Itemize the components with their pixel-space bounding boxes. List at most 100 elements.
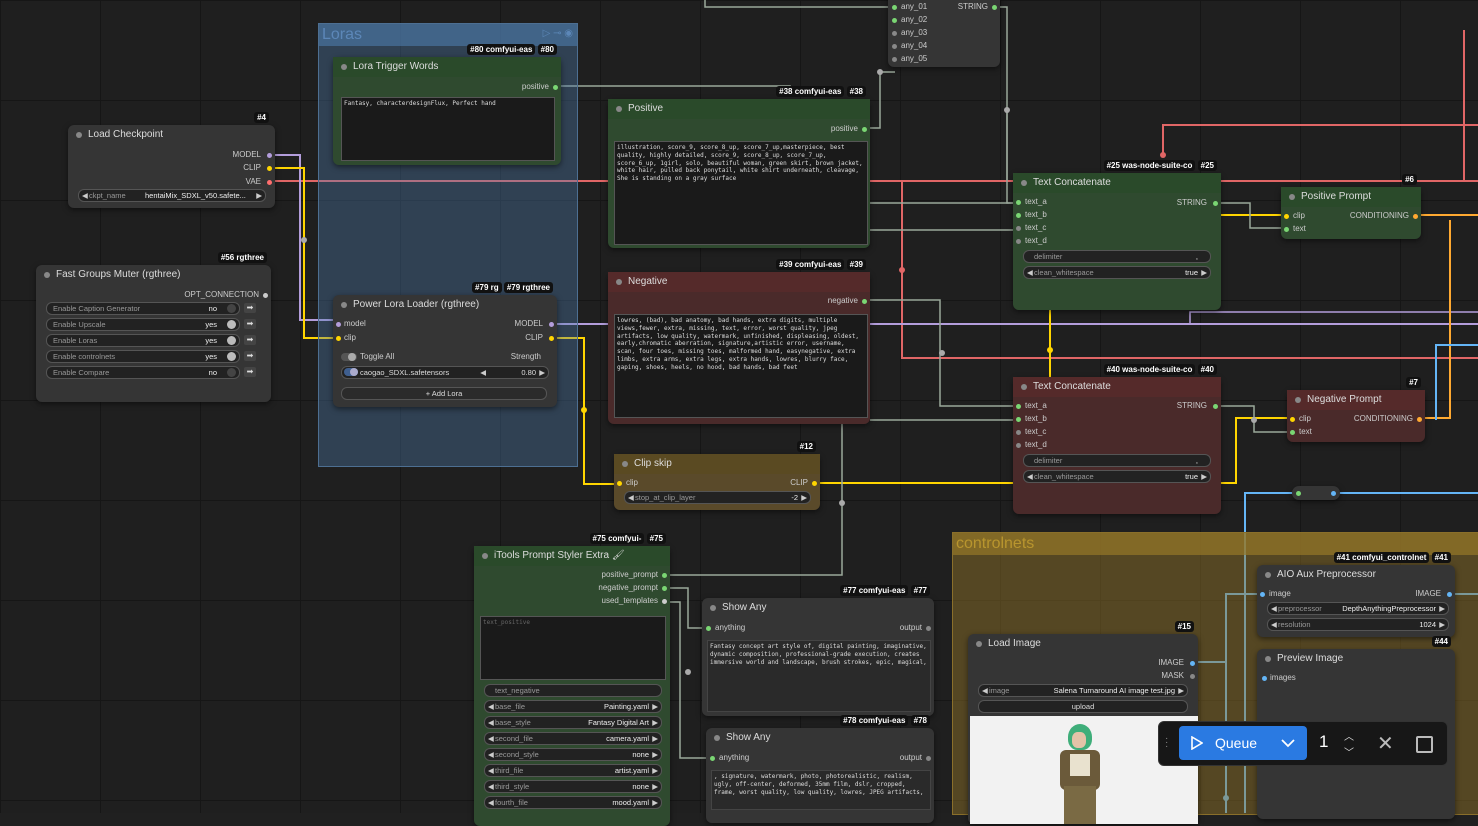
input-text-b[interactable]: text_b (1025, 413, 1047, 425)
output-socket[interactable] (662, 573, 667, 578)
output-clip[interactable]: CLIP (790, 477, 808, 489)
output-socket[interactable] (662, 599, 667, 604)
input-image[interactable]: image (1269, 588, 1291, 600)
batch-count-input[interactable]: 1 (1319, 732, 1328, 752)
node-title[interactable]: Text Concatenate (1013, 173, 1221, 193)
output-negative[interactable]: negative (828, 295, 858, 307)
output-socket[interactable] (1417, 417, 1422, 422)
output-clip-socket[interactable] (549, 336, 554, 341)
input-socket[interactable] (1016, 213, 1021, 218)
node-title[interactable]: Positive (608, 99, 870, 119)
input-socket[interactable] (892, 31, 897, 36)
delimiter-field[interactable]: delimiter, (1023, 250, 1211, 263)
node-negative[interactable]: #39 comfyui-eas #39 Negative negative lo… (608, 259, 870, 424)
node-title[interactable]: iTools Prompt Styler Extra 🖌 (474, 546, 670, 566)
input-text-a[interactable]: text_a (1025, 400, 1047, 412)
node-power-lora-loader[interactable]: #79 rg #79 rgthree Power Lora Loader (rg… (333, 282, 557, 407)
lora-row[interactable]: caogao_SDXL.safetensors ◀ 0.80 ▶ (341, 366, 549, 379)
goto-group-arrow-icon[interactable]: ➡ (244, 335, 256, 345)
output-mask[interactable]: MASK (1161, 670, 1184, 682)
output-positive-prompt[interactable]: positive_prompt (602, 569, 658, 581)
input-socket[interactable] (1016, 200, 1021, 205)
output-positive[interactable]: positive (522, 81, 549, 93)
input-any-04[interactable]: any_04 (901, 40, 927, 52)
node-title[interactable]: Text Concatenate (1013, 377, 1221, 397)
output-socket[interactable] (1447, 592, 1452, 597)
input-text-d[interactable]: text_d (1025, 235, 1047, 247)
node-clip-skip[interactable]: #12 Clip skip clip CLIP ◀ stop_at_clip_la… (614, 441, 820, 510)
output-mask-socket[interactable] (1190, 674, 1195, 679)
node-aio-aux-preprocessor[interactable]: #41 comfyui_controlnet #41 AIO Aux Prepr… (1257, 552, 1455, 637)
clean-whitespace-combo[interactable]: ◀ clean_whitespace true ▶ (1023, 470, 1211, 483)
node-itools-prompt-styler[interactable]: #75 comfyui- #75 iTools Prompt Styler Ex… (474, 533, 670, 826)
input-clip[interactable]: clip (344, 332, 356, 344)
input-clip-socket[interactable] (336, 336, 341, 341)
output-socket[interactable] (926, 626, 931, 631)
input-socket[interactable] (892, 44, 897, 49)
output-opt-connection[interactable]: OPT_CONNECTION (184, 289, 259, 301)
node-lora-trigger-words[interactable]: #80 comfyui-eas #80 Lora Trigger Words p… (333, 44, 561, 165)
left-arrow-icon[interactable]: ◀ (488, 749, 494, 760)
output-clip[interactable]: CLIP (243, 162, 261, 174)
input-anything[interactable]: anything (715, 622, 745, 634)
node-title[interactable]: Preview Image (1257, 649, 1455, 669)
toggle-indicator[interactable] (227, 320, 236, 329)
input-socket[interactable] (1016, 404, 1021, 409)
input-socket[interactable] (1016, 239, 1021, 244)
left-arrow-icon[interactable]: ◀ (488, 765, 494, 776)
increment-chevron-icon[interactable]: ︿ (1344, 728, 1354, 743)
input-clip[interactable]: clip (626, 477, 638, 489)
output-image[interactable]: IMAGE (1415, 588, 1441, 600)
input-clip-socket[interactable] (1284, 214, 1289, 219)
right-arrow-icon[interactable]: ▶ (652, 797, 658, 808)
output-vae-socket[interactable] (267, 180, 272, 185)
output-output[interactable]: output (900, 622, 922, 634)
node-title[interactable]: Negative Prompt (1287, 390, 1425, 410)
group-toggle-row[interactable]: Enable Upscale yes (46, 318, 240, 331)
image-combo[interactable]: ◀ image Salena Turnaround AI image test.jp… (978, 684, 1188, 697)
node-text-concatenate-25[interactable]: #25 was-node-suite-co #25 Text Concatena… (1013, 160, 1221, 310)
node-positive[interactable]: #38 comfyui-eas #38 Positive positive il… (608, 86, 870, 248)
output-model-socket[interactable] (549, 322, 554, 327)
output-image-socket[interactable] (1190, 661, 1195, 666)
output-used-templates[interactable]: used_templates (602, 595, 658, 607)
node-title[interactable]: Show Any (702, 598, 934, 618)
input-text-c[interactable]: text_c (1025, 222, 1046, 234)
toggle-indicator[interactable] (227, 352, 236, 361)
node-negative-prompt[interactable]: #7 Negative Prompt clip text CONDITIONIN… (1287, 377, 1425, 442)
left-arrow-icon[interactable]: ◀ (488, 797, 494, 808)
group-icons[interactable]: ▷ ⊸ ◉ (543, 28, 573, 39)
clean-whitespace-combo[interactable]: ◀ clean_whitespace true ▶ (1023, 266, 1211, 279)
upload-button[interactable]: upload (978, 700, 1188, 713)
output-negative-prompt[interactable]: negative_prompt (598, 582, 658, 594)
ckpt-name-combo[interactable]: ◀ ckpt_name hentaiMix_SDXL_v50.safete... ▶ (78, 189, 266, 202)
toggle-indicator[interactable] (227, 368, 236, 377)
add-lora-button[interactable]: + Add Lora (341, 387, 547, 400)
node-show-any-78[interactable]: #78 comfyui-eas #78 Show Any anything ou… (706, 715, 934, 823)
node-title[interactable]: Show Any (706, 728, 934, 748)
node-graph-canvas[interactable]: Loras ▷ ⊸ ◉ controlnets #4 Load Checkpoi… (0, 0, 1478, 826)
group-toggle-row[interactable]: Enable controlnets yes (46, 350, 240, 363)
node-title[interactable]: Power Lora Loader (rgthree) (333, 295, 557, 315)
drag-handle-icon[interactable]: · · · (1165, 734, 1168, 752)
reroute-node[interactable] (1292, 486, 1340, 500)
input-clip[interactable]: clip (1299, 413, 1311, 425)
node-title[interactable]: Clip skip (614, 454, 820, 474)
input-any-03[interactable]: any_03 (901, 27, 927, 39)
input-anything-socket[interactable] (706, 626, 711, 631)
input-socket[interactable] (892, 5, 897, 10)
styler-combo-base-file[interactable]: ◀ base_file Painting.yaml ▶ (484, 700, 662, 713)
node-title[interactable]: Fast Groups Muter (rgthree) (36, 265, 271, 285)
output-socket[interactable] (926, 756, 931, 761)
output-socket[interactable] (862, 299, 867, 304)
goto-group-arrow-icon[interactable]: ➡ (244, 303, 256, 313)
lora-strength[interactable]: 0.80 (521, 367, 536, 378)
toggle-all-switch[interactable] (341, 353, 357, 361)
goto-group-arrow-icon[interactable]: ➡ (244, 351, 256, 361)
right-arrow-icon[interactable]: ▶ (652, 717, 658, 728)
preprocessor-combo[interactable]: ◀ preprocessor DepthAnythingPreprocessor ▶ (1267, 602, 1449, 615)
input-anything[interactable]: anything (719, 752, 749, 764)
input-text-b[interactable]: text_b (1025, 209, 1047, 221)
text-negative-field[interactable]: text_negative (484, 684, 662, 697)
output-socket[interactable] (553, 85, 558, 90)
